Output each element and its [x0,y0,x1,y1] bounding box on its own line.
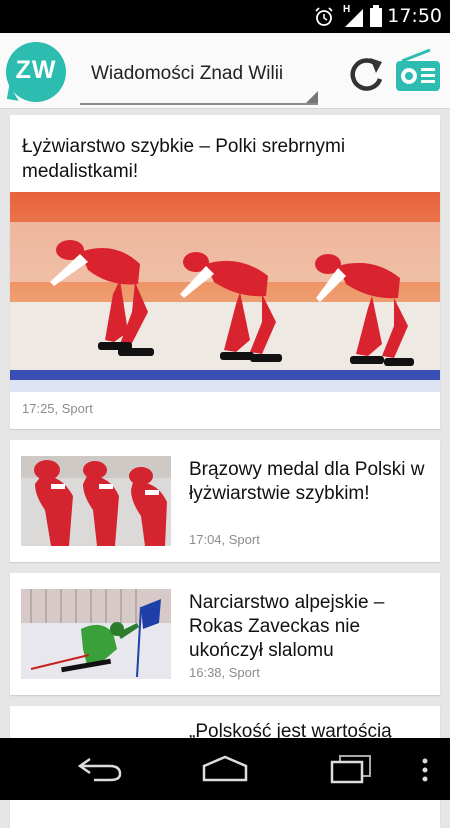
article-card[interactable]: Narciarstwo alpejskie – Rokas Zaveckas n… [10,573,440,695]
speed-skaters-thumbnail [21,456,171,546]
refresh-icon[interactable] [346,53,386,97]
dropdown-triangle-icon [306,91,318,103]
article-meta: 17:04, Sport [189,532,260,547]
radio-icon[interactable] [394,47,442,95]
overflow-menu-icon[interactable] [420,758,430,784]
article-card[interactable]: Brązowy medal dla Polski w łyżwiarstwie … [10,440,440,562]
app-logo[interactable]: ZW [6,42,72,108]
source-selector[interactable]: Wiadomości Znad Wilii [80,53,318,105]
slalom-skier-thumbnail [21,589,171,679]
signal-icon [345,9,363,27]
logo-text: ZW [15,56,57,84]
app-bar: ZW Wiadomości Znad Wilii [0,33,450,109]
alarm-icon [315,7,333,26]
speed-skating-team-image [10,192,440,392]
article-title: Narciarstwo alpejskie – Rokas Zaveckas n… [189,592,385,661]
article-title: Brązowy medal dla Polski w łyżwiarstwie … [189,459,425,504]
home-icon[interactable] [200,754,250,784]
recent-apps-icon[interactable] [328,754,374,784]
featured-article-card[interactable]: Łyżwiarstwo szybkie – Polki srebrnymi me… [10,115,440,429]
article-meta: 16:38, Sport [189,665,260,680]
featured-article-meta: 17:25, Sport [22,401,93,416]
back-icon[interactable] [76,754,124,784]
featured-article-title: Łyżwiarstwo szybkie – Polki srebrnymi me… [22,136,346,182]
source-selector-label: Wiadomości Znad Wilii [91,63,284,84]
navigation-bar [0,738,450,800]
status-time: 17:50 [387,5,442,27]
status-bar: H 17:50 [0,0,450,33]
logo-bubble-tail [6,85,22,101]
battery-icon [370,5,382,27]
